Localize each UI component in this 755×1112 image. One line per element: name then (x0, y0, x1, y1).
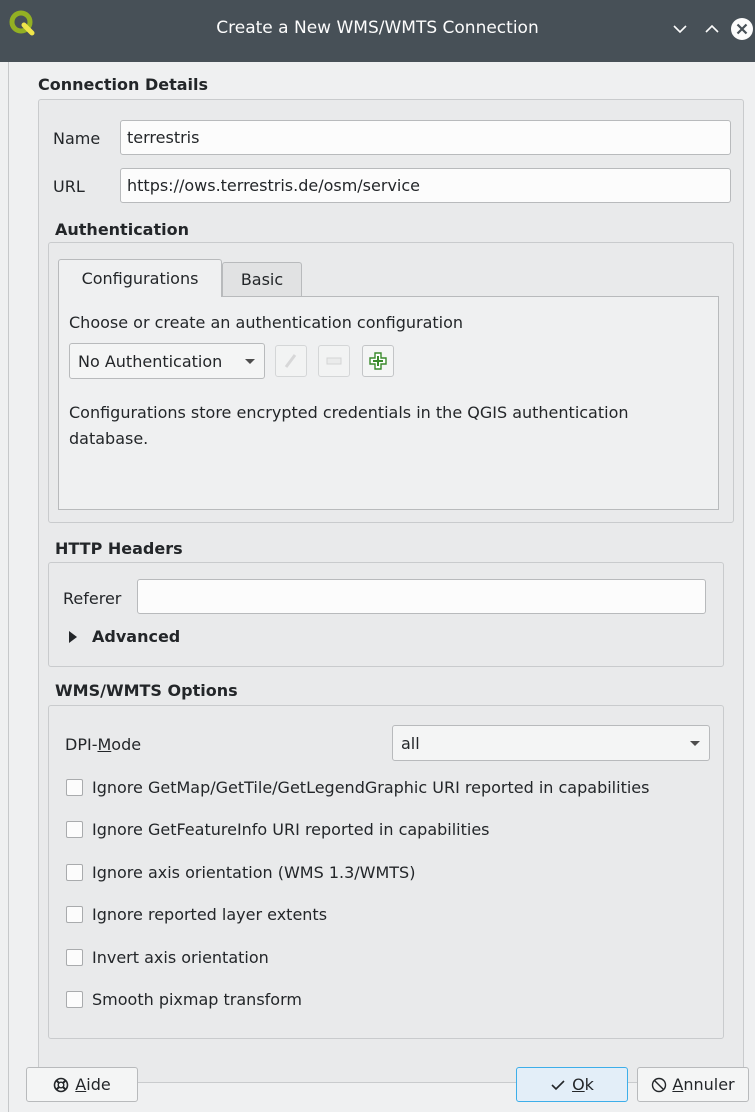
url-input[interactable]: https://ows.terrestris.de/osm/service (120, 168, 731, 203)
title-bar: Create a New WMS/WMTS Connection (0, 0, 755, 62)
chevron-down-icon (690, 741, 700, 746)
referer-input[interactable] (137, 579, 706, 614)
invert-axis-orientation-checkbox[interactable]: Invert axis orientation (66, 948, 269, 967)
cancel-circle-icon (652, 1077, 667, 1092)
minus-icon (326, 357, 342, 365)
checkbox-box[interactable] (66, 949, 83, 966)
http-headers-title: HTTP Headers (55, 539, 183, 558)
tab-basic[interactable]: Basic (222, 262, 302, 296)
close-button[interactable] (729, 16, 755, 42)
ignore-getmap-uri-checkbox[interactable]: Ignore GetMap/GetTile/GetLegendGraphic U… (66, 778, 649, 797)
dpi-mode-label: DPI-Mode (65, 735, 142, 754)
cancel-button[interactable]: Annuler (637, 1067, 749, 1102)
window-title: Create a New WMS/WMTS Connection (216, 18, 539, 38)
ignore-layer-extents-checkbox[interactable]: Ignore reported layer extents (66, 905, 327, 924)
name-label: Name (53, 129, 101, 148)
auth-info-text: Configurations store encrypted credentia… (69, 403, 629, 448)
checkmark-icon (551, 1079, 565, 1090)
minimize-button[interactable] (667, 16, 693, 42)
http-headers-group (48, 562, 724, 667)
authentication-title: Authentication (55, 220, 189, 239)
add-auth-button[interactable] (362, 345, 394, 377)
chevron-down-icon (245, 359, 255, 364)
lifebuoy-icon (53, 1077, 69, 1092)
help-button[interactable]: Aide (26, 1067, 138, 1102)
choose-auth-text: Choose or create an authentication confi… (69, 313, 464, 332)
auth-config-select[interactable]: No Authentication (69, 343, 265, 379)
chevron-down-icon (673, 25, 687, 34)
maximize-button[interactable] (699, 16, 725, 42)
dpi-mode-value: all (401, 733, 420, 753)
checkbox-box[interactable] (66, 821, 83, 838)
pencil-icon (284, 354, 297, 368)
checkbox-box[interactable] (66, 864, 83, 881)
ignore-axis-orientation-checkbox[interactable]: Ignore axis orientation (WMS 1.3/WMTS) (66, 863, 415, 882)
smooth-pixmap-transform-checkbox[interactable]: Smooth pixmap transform (66, 990, 302, 1009)
wms-options-title: WMS/WMTS Options (55, 681, 238, 700)
auth-config-value: No Authentication (78, 351, 223, 371)
checkbox-box[interactable] (66, 779, 83, 796)
checkbox-box[interactable] (66, 906, 83, 923)
triangle-right-icon (69, 630, 77, 643)
connection-details-title: Connection Details (38, 75, 209, 94)
referer-label: Referer (63, 589, 122, 608)
ok-button[interactable]: Ok (516, 1067, 628, 1102)
close-icon (731, 18, 753, 40)
edit-auth-button[interactable] (275, 345, 307, 377)
remove-auth-button[interactable] (318, 345, 350, 377)
tab-configurations[interactable]: Configurations (58, 259, 222, 297)
plus-icon (369, 352, 387, 370)
chevron-up-icon (705, 24, 719, 33)
advanced-toggle[interactable]: Advanced (67, 627, 180, 646)
dpi-mode-select[interactable]: all (392, 725, 710, 761)
name-input[interactable]: terrestris (120, 120, 731, 155)
ignore-getfeatureinfo-uri-checkbox[interactable]: Ignore GetFeatureInfo URI reported in ca… (66, 820, 490, 839)
url-label: URL (53, 177, 85, 196)
dialog-body: Connection Details Name terrestris URL h… (8, 62, 753, 1112)
advanced-label: Advanced (92, 627, 181, 646)
checkbox-box[interactable] (66, 991, 83, 1008)
